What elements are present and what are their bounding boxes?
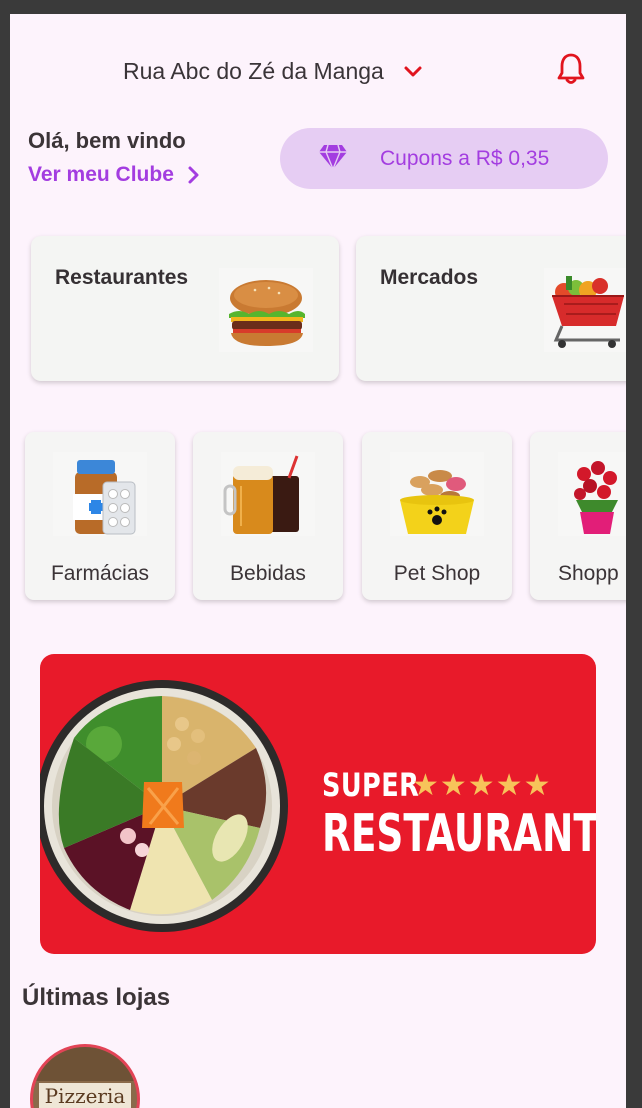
rating-stars: ★★★★★ — [412, 769, 552, 802]
notification-bell-icon[interactable] — [556, 52, 586, 86]
coupons-button[interactable]: Cupons a R$ 0,35 — [280, 128, 608, 189]
flowers-icon — [558, 452, 626, 536]
category-card-pet-shop[interactable]: Pet Shop — [362, 432, 512, 600]
store-avatar[interactable]: Pizzeria — [30, 1044, 140, 1108]
category-card-mercados[interactable]: Mercados — [356, 236, 626, 381]
chevron-right-icon — [188, 166, 199, 184]
category-card-bebidas[interactable]: Bebidas — [193, 432, 343, 600]
drinks-icon — [221, 452, 315, 536]
address-label: Rua Abc do Zé da Manga — [123, 58, 384, 84]
burger-icon — [219, 268, 313, 352]
coupons-label: Cupons a R$ 0,35 — [380, 147, 550, 170]
banner-super-text: SUPER — [322, 766, 420, 804]
medicine-icon — [53, 452, 147, 536]
club-link[interactable]: Ver meu Clube — [28, 163, 200, 187]
category-title: Restaurantes — [55, 266, 189, 289]
category-title: Mercados — [380, 266, 479, 289]
greeting-title: Olá, bem vindo — [28, 128, 186, 153]
salad-bowl-image — [40, 680, 288, 932]
category-card-restaurantes[interactable]: Restaurantes — [31, 236, 339, 381]
category-label: Pet Shop — [393, 562, 481, 585]
category-card-farmacias[interactable]: Farmácias — [25, 432, 175, 600]
storefront-roof — [33, 1047, 137, 1081]
category-label: Shopp — [558, 562, 619, 585]
diamond-icon — [319, 144, 347, 170]
banner-headline: RESTAURANTES — [322, 804, 596, 864]
club-link-label: Ver meu Clube — [28, 163, 174, 186]
chevron-down-icon — [404, 66, 422, 76]
app-screen: Rua Abc do Zé da Manga Olá, bem vindo Ve… — [10, 14, 626, 1108]
promo-banner[interactable]: SUPER ★★★★★ RESTAURANTES — [40, 654, 596, 954]
store-sign: Pizzeria — [39, 1083, 131, 1108]
header: Rua Abc do Zé da Manga — [10, 50, 626, 90]
pet-food-icon — [390, 452, 484, 536]
shopping-cart-icon — [544, 268, 626, 352]
address-selector[interactable]: Rua Abc do Zé da Manga — [123, 58, 424, 85]
category-label: Bebidas — [230, 562, 306, 585]
category-card-shopping[interactable]: Shopp — [530, 432, 626, 600]
category-label: Farmácias — [50, 562, 150, 585]
section-title-recent-stores: Últimas lojas — [22, 984, 171, 1011]
